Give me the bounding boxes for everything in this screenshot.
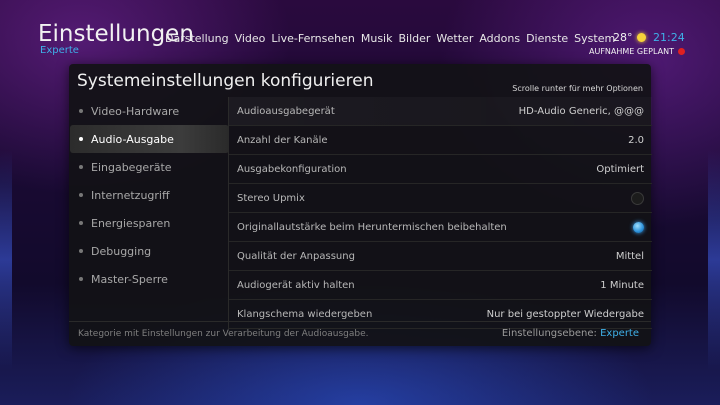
sidebar-item-label: Video-Hardware [91, 104, 180, 118]
setting-value: Mittel [615, 250, 644, 262]
nav-item-system[interactable]: System [574, 32, 615, 45]
sidebar-item-label: Debugging [91, 244, 152, 258]
sidebar-item-audio-ausgabe[interactable]: Audio-Ausgabe [70, 125, 229, 153]
setting-value: Optimiert [596, 163, 644, 175]
recording-label: AUFNAHME GEPLANT [589, 47, 674, 56]
setting-label: Audioausgabegerät [237, 105, 335, 117]
clock: 21:24 [653, 31, 685, 44]
sidebar-item-label: Energiesparen [91, 216, 171, 230]
right-glow [708, 150, 720, 370]
left-glow [0, 150, 12, 370]
sidebar-item-energiesparen[interactable]: Energiesparen [70, 209, 229, 237]
nav-item-bilder[interactable]: Bilder [398, 32, 430, 45]
weather-widget: 28° [613, 31, 646, 44]
setting-value: Nur bei gestoppter Wiedergabe [486, 308, 644, 320]
setting-value: 1 Minute [600, 279, 644, 291]
bullet-icon [79, 249, 83, 253]
sidebar-item-label: Master-Sperre [91, 272, 168, 286]
scroll-hint: Scrolle runter für mehr Optionen [512, 84, 643, 93]
record-icon [677, 48, 685, 55]
bullet-icon [79, 109, 83, 113]
setting-value: 2.0 [628, 134, 644, 146]
sidebar-item-internetzugriff[interactable]: Internetzugriff [70, 181, 229, 209]
setting-label: Audiogerät aktiv halten [237, 279, 355, 291]
setting-resample-quality[interactable]: Qualität der Anpassung Mittel [229, 242, 652, 271]
nav-item-darstellung[interactable]: Darstellung [165, 32, 229, 45]
setting-keep-device-alive[interactable]: Audiogerät aktiv halten 1 Minute [229, 271, 652, 300]
sun-icon [636, 33, 646, 42]
bullet-icon [79, 165, 83, 169]
category-sidebar: Video-Hardware Audio-Ausgabe Eingabegerä… [69, 97, 229, 293]
sidebar-item-label: Eingabegeräte [91, 160, 172, 174]
sidebar-item-master-sperre[interactable]: Master-Sperre [70, 265, 229, 293]
setting-channel-count[interactable]: Anzahl der Kanäle 2.0 [229, 126, 652, 155]
panel-title: Systemeinstellungen konfigurieren [77, 71, 374, 91]
settings-level-value: Experte [600, 328, 639, 339]
setting-label: Originallautstärke beim Heruntermischen … [237, 221, 507, 233]
nav-item-addons[interactable]: Addons [479, 32, 520, 45]
settings-list: Audioausgabegerät HD-Audio Generic, @@@ … [228, 97, 652, 329]
nav-item-live-fernsehen[interactable]: Live-Fernsehen [271, 32, 354, 45]
sidebar-item-video-hardware[interactable]: Video-Hardware [70, 97, 229, 125]
sidebar-item-label: Audio-Ausgabe [91, 132, 174, 146]
top-navigation: Darstellung Video Live-Fernsehen Musik B… [165, 32, 615, 45]
bullet-icon [79, 137, 83, 141]
settings-panel: Systemeinstellungen konfigurieren Scroll… [69, 64, 652, 347]
setting-preserve-volume[interactable]: Originallautstärke beim Heruntermischen … [229, 213, 652, 242]
nav-item-musik[interactable]: Musik [361, 32, 393, 45]
nav-item-video[interactable]: Video [235, 32, 266, 45]
sidebar-item-eingabegeraete[interactable]: Eingabegeräte [70, 153, 229, 181]
nav-item-wetter[interactable]: Wetter [436, 32, 473, 45]
setting-value: HD-Audio Generic, @@@ [518, 105, 644, 117]
nav-item-dienste[interactable]: Dienste [526, 32, 568, 45]
setting-label: Klangschema wiedergeben [237, 308, 373, 320]
setting-audio-output-device[interactable]: Audioausgabegerät HD-Audio Generic, @@@ [229, 97, 652, 126]
sidebar-item-debugging[interactable]: Debugging [70, 237, 229, 265]
settings-level-indicator: Experte [40, 45, 79, 56]
setting-label: Anzahl der Kanäle [237, 134, 328, 146]
bullet-icon [79, 193, 83, 197]
setting-label: Stereo Upmix [237, 192, 305, 204]
toggle-on-icon[interactable] [633, 221, 644, 233]
setting-output-configuration[interactable]: Ausgabekonfiguration Optimiert [229, 155, 652, 184]
panel-footer: Kategorie mit Einstellungen zur Verarbei… [69, 321, 651, 347]
settings-level[interactable]: Einstellungsebene: Experte [502, 328, 639, 339]
setting-stereo-upmix[interactable]: Stereo Upmix [229, 184, 652, 213]
sidebar-item-label: Internetzugriff [91, 188, 170, 202]
temperature: 28° [613, 31, 633, 44]
recording-status: AUFNAHME GEPLANT [589, 47, 685, 56]
category-description: Kategorie mit Einstellungen zur Verarbei… [78, 329, 369, 339]
settings-level-label: Einstellungsebene: [501, 328, 597, 339]
bullet-icon [79, 221, 83, 225]
setting-label: Qualität der Anpassung [237, 250, 355, 262]
setting-label: Ausgabekonfiguration [237, 163, 347, 175]
toggle-off-icon[interactable] [631, 191, 644, 205]
bullet-icon [79, 277, 83, 281]
